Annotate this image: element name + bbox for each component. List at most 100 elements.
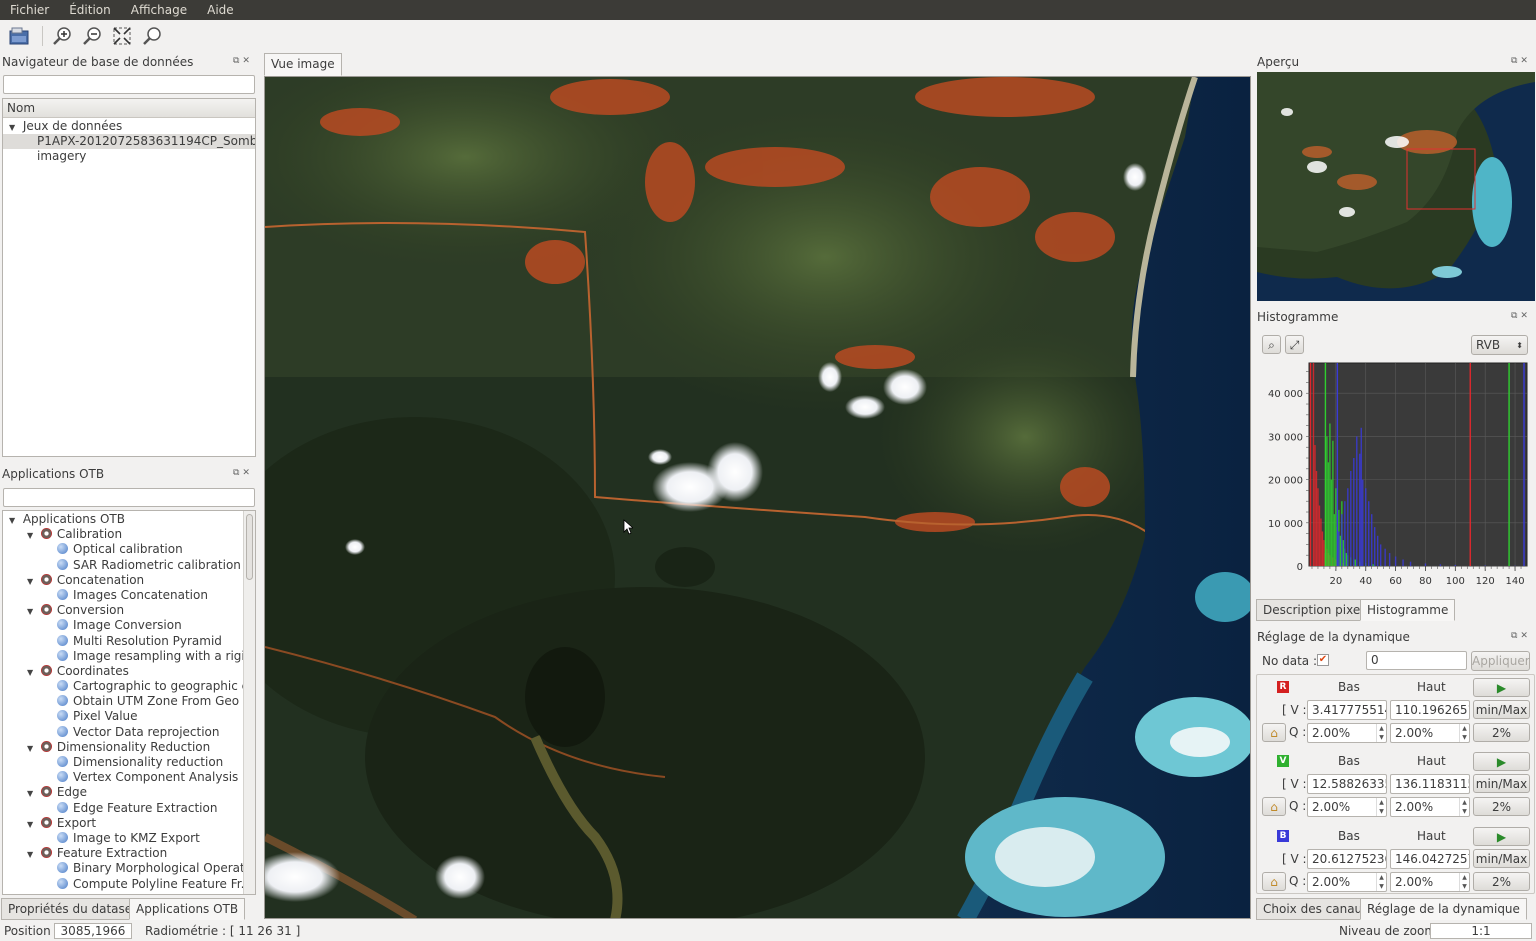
otb-group-item[interactable]: ▼ Coordinates: [3, 664, 255, 679]
low-value-input[interactable]: 20.612752360: [1307, 849, 1387, 869]
lock-icon[interactable]: ⌂: [1262, 797, 1286, 816]
tab-pixel-description[interactable]: Description pixel: [1256, 599, 1371, 621]
dock-float-close-icon[interactable]: ⧉✕: [233, 56, 253, 66]
high-value-input[interactable]: 146.04272572: [1390, 849, 1470, 869]
minmax-button[interactable]: min/Max: [1473, 774, 1530, 793]
expand-icon[interactable]: ▼: [27, 604, 37, 618]
dataset-item[interactable]: imagery: [3, 149, 255, 164]
tab-channel-choice[interactable]: Choix des canaux: [1256, 898, 1377, 920]
low-quantile-input[interactable]: 2.00% ▲ ▼: [1307, 872, 1387, 892]
minmax-button[interactable]: min/Max: [1473, 849, 1530, 868]
expand-icon[interactable]: ▼: [27, 665, 37, 679]
spinner-arrows-icon[interactable]: ▲ ▼: [1459, 724, 1469, 742]
spinner-arrows-icon[interactable]: ▲ ▼: [1376, 724, 1386, 742]
expand-icon[interactable]: ▼: [9, 120, 19, 134]
spinner-arrows-icon[interactable]: ▲ ▼: [1459, 873, 1469, 891]
spinner-arrows-icon[interactable]: ▲ ▼: [1376, 798, 1386, 816]
image-view-canvas[interactable]: [264, 76, 1251, 919]
high-value-input[interactable]: 110.19626517: [1390, 700, 1470, 720]
otb-app-item[interactable]: Binary Morphological Operati...: [3, 861, 255, 876]
zoom-in-icon[interactable]: [49, 23, 75, 49]
expand-icon[interactable]: ▼: [27, 528, 37, 542]
nodata-checkbox[interactable]: ✔: [1317, 654, 1329, 666]
spinner-arrows-icon[interactable]: ▲ ▼: [1459, 798, 1469, 816]
zoom-extent-icon[interactable]: [109, 23, 135, 49]
minmax-button[interactable]: min/Max: [1473, 700, 1530, 719]
scrollbar-thumb[interactable]: [246, 514, 253, 580]
expand-icon[interactable]: ▼: [27, 574, 37, 588]
dock-float-close-icon[interactable]: ⧉✕: [1511, 631, 1531, 641]
high-quantile-input[interactable]: 2.00% ▲ ▼: [1390, 723, 1470, 743]
high-quantile-input[interactable]: 2.00% ▲ ▼: [1390, 797, 1470, 817]
tab-dataset-properties[interactable]: Propriétés du dataset: [1, 898, 144, 920]
spinner-arrows-icon[interactable]: ▲ ▼: [1376, 873, 1386, 891]
otb-app-item[interactable]: Cartographic to geographic c...: [3, 679, 255, 694]
dock-float-close-icon[interactable]: ⧉✕: [233, 468, 253, 478]
menu-aide[interactable]: Aide: [197, 3, 244, 17]
expand-icon[interactable]: ▼: [27, 847, 37, 861]
tree-root-datasets[interactable]: ▼ Jeux de données: [3, 119, 255, 134]
scrollbar[interactable]: [243, 511, 255, 894]
otb-group-item[interactable]: ▼ Feature Extraction: [3, 846, 255, 861]
overview-canvas[interactable]: [1257, 72, 1535, 301]
histogram-mode-select[interactable]: RVB ⬍: [1471, 335, 1528, 355]
open-icon[interactable]: [6, 23, 32, 49]
otb-app-item[interactable]: Image resampling with a rigid...: [3, 649, 255, 664]
otb-app-item[interactable]: Edge Feature Extraction: [3, 801, 255, 816]
tab-image-view[interactable]: Vue image: [264, 53, 342, 76]
otb-app-item[interactable]: Pixel Value: [3, 709, 255, 724]
otb-group-item[interactable]: ▼ Conversion: [3, 603, 255, 618]
otb-group-item[interactable]: ▼ Edge: [3, 785, 255, 800]
otb-app-item[interactable]: Multi Resolution Pyramid: [3, 634, 255, 649]
lock-icon[interactable]: ⌂: [1262, 872, 1286, 891]
otb-app-item[interactable]: Dimensionality reduction: [3, 755, 255, 770]
zoom-out-icon[interactable]: [79, 23, 105, 49]
column-header-nom[interactable]: Nom: [3, 99, 255, 118]
low-quantile-input[interactable]: 2.00% ▲ ▼: [1307, 797, 1387, 817]
menu-fichier[interactable]: Fichier: [0, 3, 59, 17]
otb-app-item[interactable]: Images Concatenation: [3, 588, 255, 603]
expand-icon[interactable]: ▼: [27, 741, 37, 755]
otb-group-item[interactable]: ▼ Dimensionality Reduction: [3, 740, 255, 755]
percent-button[interactable]: 2%: [1473, 797, 1530, 816]
play-icon[interactable]: ▶: [1473, 827, 1530, 846]
otb-app-item[interactable]: SAR Radiometric calibration: [3, 558, 255, 573]
expand-icon[interactable]: ▼: [27, 817, 37, 831]
lock-icon[interactable]: ⌂: [1262, 723, 1286, 742]
dock-float-close-icon[interactable]: ⧉✕: [1511, 56, 1531, 66]
tree-root-otb[interactable]: ▼ Applications OTB: [3, 512, 255, 527]
apply-button[interactable]: Appliquer: [1471, 651, 1530, 671]
expand-icon[interactable]: ▼: [9, 513, 19, 527]
low-value-input[interactable]: 3.4177755142: [1307, 700, 1387, 720]
otb-app-item[interactable]: Vertex Component Analysis: [3, 770, 255, 785]
tab-dynamics[interactable]: Réglage de la dynamique: [1360, 898, 1527, 920]
low-quantile-input[interactable]: 2.00% ▲ ▼: [1307, 723, 1387, 743]
menu-edition[interactable]: Édition: [59, 3, 121, 17]
otb-group-item[interactable]: ▼ Export: [3, 816, 255, 831]
otb-search-input[interactable]: [3, 488, 255, 507]
percent-button[interactable]: 2%: [1473, 872, 1530, 891]
otb-group-item[interactable]: ▼ Concatenation: [3, 573, 255, 588]
menu-affichage[interactable]: Affichage: [121, 3, 197, 17]
expand-icon[interactable]: ▼: [27, 786, 37, 800]
nodata-value-input[interactable]: 0: [1366, 651, 1467, 670]
tab-otb-applications[interactable]: Applications OTB: [129, 898, 246, 920]
zoom-full-icon[interactable]: [139, 23, 165, 49]
low-value-input[interactable]: 12.588263357: [1307, 774, 1387, 794]
otb-app-item[interactable]: Optical calibration: [3, 542, 255, 557]
db-search-input[interactable]: [3, 75, 255, 94]
histogram-zoom-icon[interactable]: ⌕: [1262, 335, 1281, 354]
play-icon[interactable]: ▶: [1473, 678, 1530, 697]
dock-float-close-icon[interactable]: ⧉✕: [1511, 311, 1531, 321]
histogram-fit-icon[interactable]: ⤢: [1285, 335, 1304, 354]
otb-app-item[interactable]: Vector Data reprojection: [3, 725, 255, 740]
otb-app-item[interactable]: Image Conversion: [3, 618, 255, 633]
dataset-item[interactable]: P1APX-2012072583631194CP_Sombre: [3, 134, 255, 150]
otb-app-item[interactable]: Obtain UTM Zone From Geo ...: [3, 694, 255, 709]
high-value-input[interactable]: 136.11831154: [1390, 774, 1470, 794]
percent-button[interactable]: 2%: [1473, 723, 1530, 742]
tab-histogram[interactable]: Histogramme: [1360, 599, 1456, 621]
play-icon[interactable]: ▶: [1473, 752, 1530, 771]
otb-app-item[interactable]: Image to KMZ Export: [3, 831, 255, 846]
otb-group-item[interactable]: ▼ Calibration: [3, 527, 255, 542]
